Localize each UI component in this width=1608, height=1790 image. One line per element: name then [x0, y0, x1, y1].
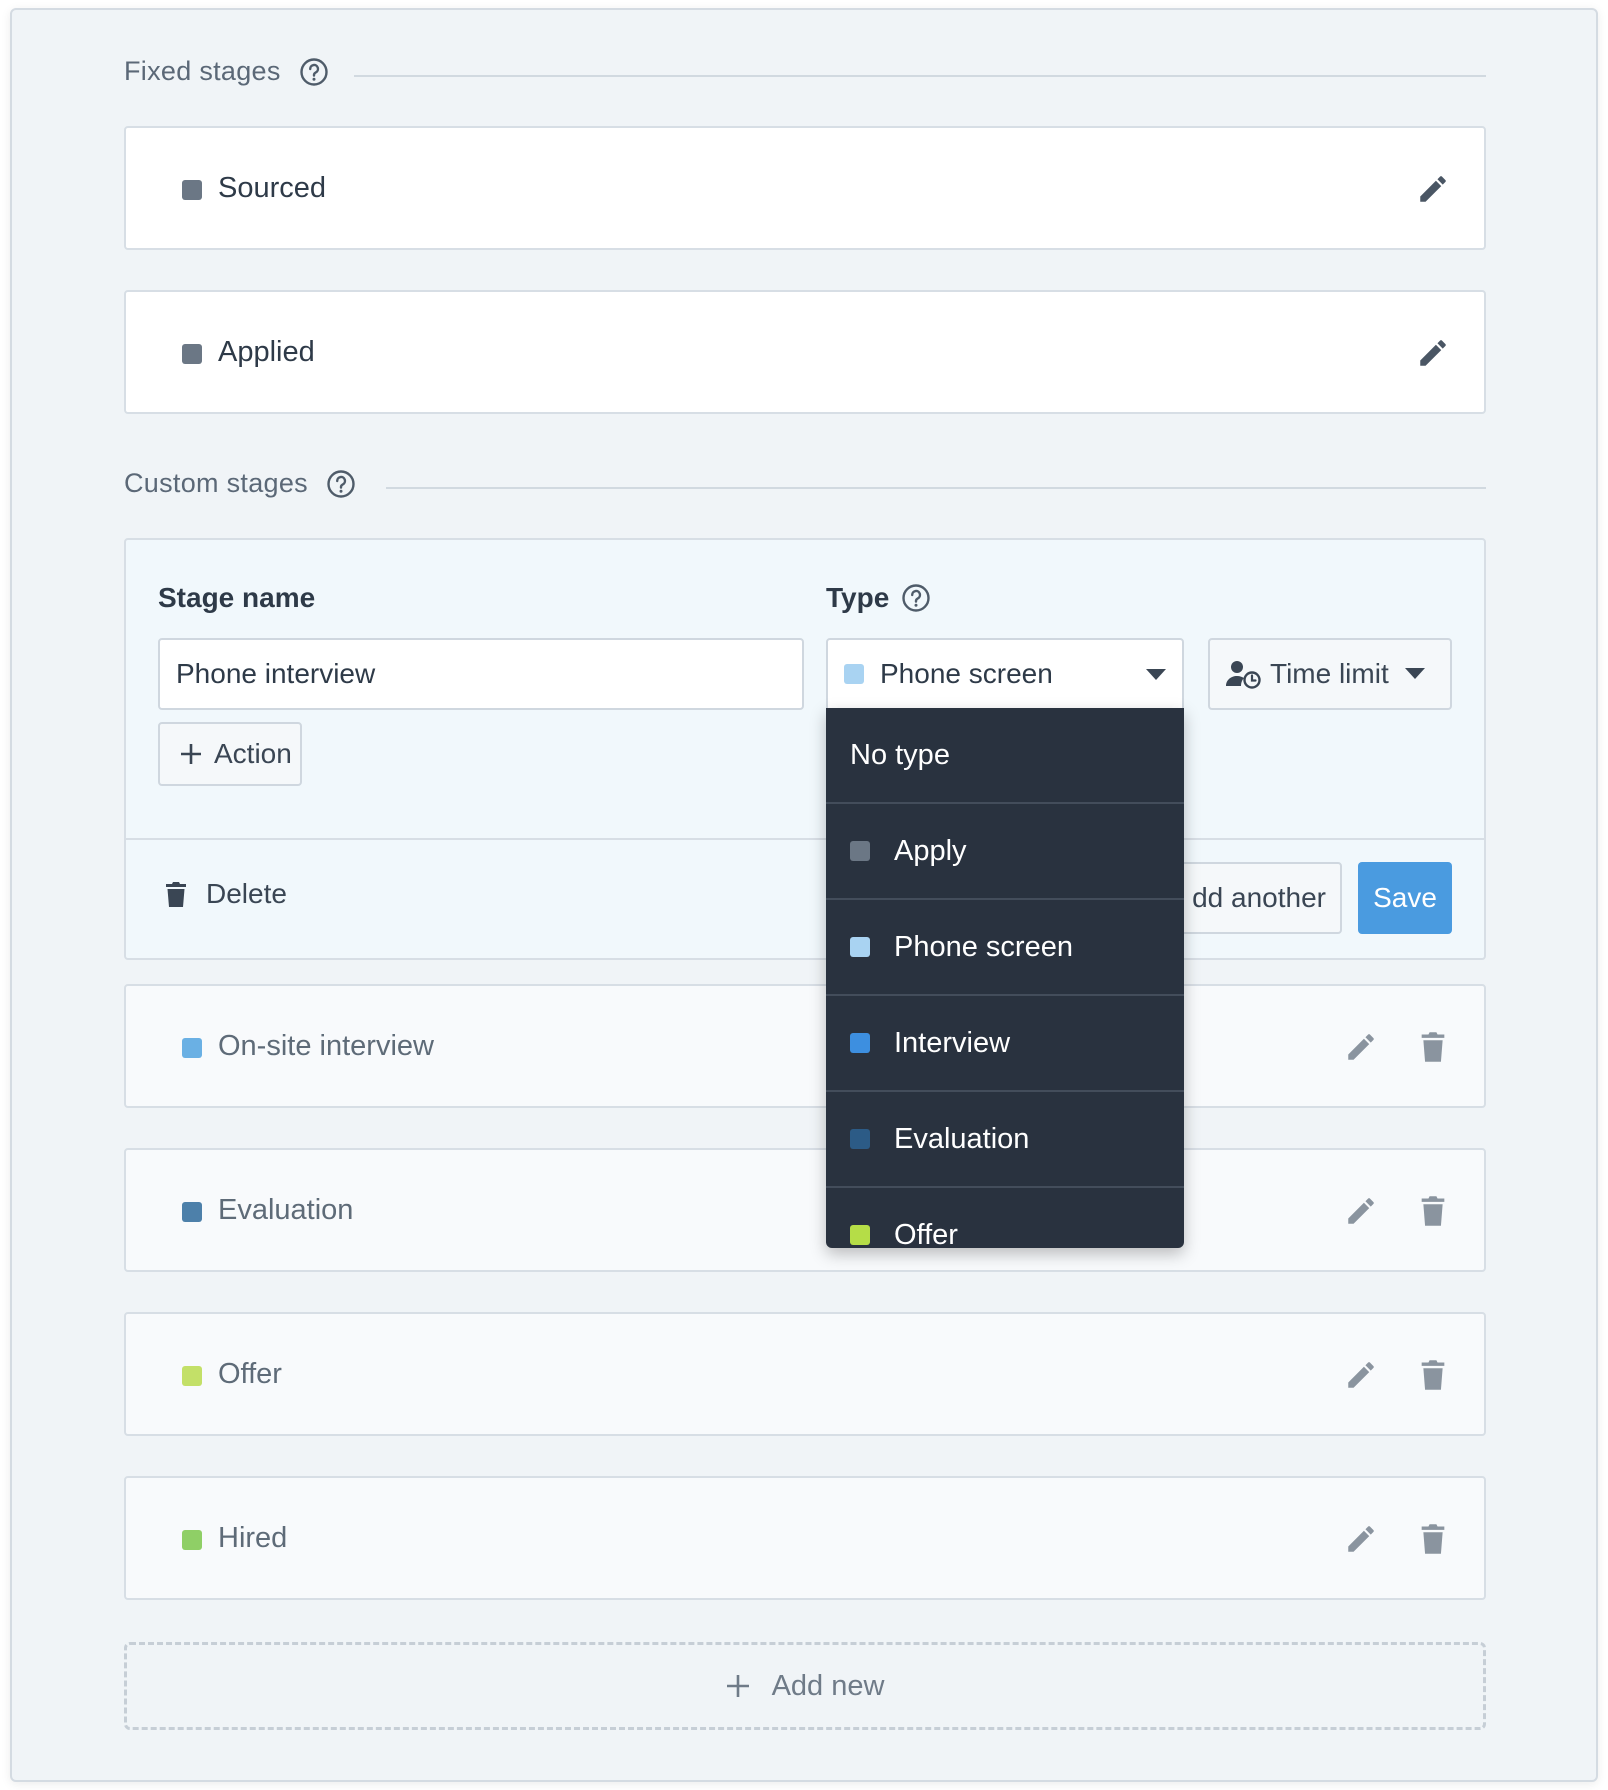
stage-label: Applied: [218, 336, 315, 368]
stage-name-input[interactable]: [158, 638, 804, 710]
user-clock-icon: [1226, 661, 1261, 689]
type-option-label: No type: [850, 738, 950, 771]
pencil-icon[interactable]: [1344, 1358, 1378, 1392]
custom-stage-card: Offer: [124, 1312, 1486, 1436]
stage-label: Evaluation: [218, 1194, 354, 1226]
add-another-label: dd another: [1192, 882, 1326, 913]
stage-label: Offer: [218, 1358, 282, 1390]
trash-icon[interactable]: [1416, 1030, 1450, 1064]
trash-icon[interactable]: [1416, 1358, 1450, 1392]
stage-name-label: Stage name: [158, 582, 316, 613]
stage-color-swatch: [182, 180, 202, 200]
type-option-swatch: [850, 937, 870, 957]
plus-icon: [726, 1675, 749, 1697]
type-select[interactable]: Phone screen: [826, 638, 1184, 710]
type-option-label: Phone screen: [894, 930, 1073, 963]
fixed-stages-header: Fixed stages: [124, 56, 329, 87]
add-new-stage-button[interactable]: Add new: [124, 1642, 1486, 1730]
type-option-apply[interactable]: Apply: [826, 804, 1184, 900]
custom-stage-card: Evaluation: [124, 1148, 1486, 1272]
help-circle-icon[interactable]: [901, 583, 931, 613]
caret-down-icon: [1146, 669, 1166, 680]
trash-icon: [166, 882, 186, 907]
save-label: Save: [1373, 882, 1437, 913]
help-circle-icon[interactable]: [326, 469, 356, 499]
type-option-label: Offer: [894, 1218, 958, 1249]
stage-label: On-site interview: [218, 1030, 434, 1062]
delete-button[interactable]: Delete: [166, 878, 287, 910]
stage-label: Hired: [218, 1522, 288, 1554]
fixed-stages-title: Fixed stages: [124, 56, 281, 86]
add-action-button[interactable]: Action: [158, 722, 302, 786]
stage-color-swatch: [182, 1202, 202, 1222]
type-dropdown-menu: No type Apply Phone screen Interview Eva…: [826, 708, 1184, 1248]
caret-down-icon: [1404, 668, 1425, 679]
type-option-swatch: [850, 1129, 870, 1149]
trash-icon[interactable]: [1416, 1522, 1450, 1556]
pencil-icon[interactable]: [1344, 1030, 1378, 1064]
fixed-stage-card: Applied: [124, 290, 1486, 414]
type-option-label: Apply: [894, 834, 967, 867]
type-option-evaluation[interactable]: Evaluation: [826, 1092, 1184, 1188]
delete-label: Delete: [206, 878, 287, 909]
type-option-interview[interactable]: Interview: [826, 996, 1184, 1092]
pencil-icon[interactable]: [1344, 1522, 1378, 1556]
type-option-swatch: [850, 1033, 870, 1053]
action-label: Action: [214, 738, 292, 769]
stage-color-swatch: [182, 1530, 202, 1550]
trash-icon[interactable]: [1416, 1194, 1450, 1228]
time-limit-label: Time limit: [1270, 658, 1389, 689]
save-button[interactable]: Save: [1358, 862, 1452, 934]
section-divider: [354, 75, 1486, 77]
pencil-icon[interactable]: [1416, 336, 1450, 370]
type-select-value: Phone screen: [880, 658, 1053, 689]
type-option-no-type[interactable]: No type: [826, 708, 1184, 804]
time-limit-dropdown[interactable]: Time limit: [1208, 638, 1452, 710]
add-new-label: Add new: [771, 1669, 885, 1702]
custom-stages-header: Custom stages: [124, 468, 356, 499]
stage-editor-panel: Stage name Type Phone screen Time limit: [124, 538, 1486, 960]
pencil-icon[interactable]: [1416, 172, 1450, 206]
type-option-label: Evaluation: [894, 1122, 1030, 1155]
type-color-swatch: [844, 664, 864, 684]
stage-label: Sourced: [218, 172, 327, 204]
stage-color-swatch: [182, 1038, 202, 1058]
type-option-offer[interactable]: Offer: [826, 1188, 1184, 1248]
custom-stages-title: Custom stages: [124, 468, 308, 498]
fixed-stage-card: Sourced: [124, 126, 1486, 250]
type-option-label: Interview: [894, 1026, 1011, 1059]
type-label: Type: [826, 582, 890, 613]
custom-stage-card: Hired: [124, 1476, 1486, 1600]
section-divider: [386, 487, 1486, 489]
stage-color-swatch: [182, 344, 202, 364]
type-option-swatch: [850, 1225, 870, 1245]
custom-stage-card: On-site interview: [124, 984, 1486, 1108]
type-label-group: Type: [826, 582, 931, 614]
help-circle-icon[interactable]: [299, 57, 329, 87]
stage-color-swatch: [182, 1366, 202, 1386]
type-option-swatch: [850, 841, 870, 861]
pencil-icon[interactable]: [1344, 1194, 1378, 1228]
plus-icon: [181, 744, 201, 764]
type-option-phone-screen[interactable]: Phone screen: [826, 900, 1184, 996]
panel-divider: [126, 838, 1484, 840]
